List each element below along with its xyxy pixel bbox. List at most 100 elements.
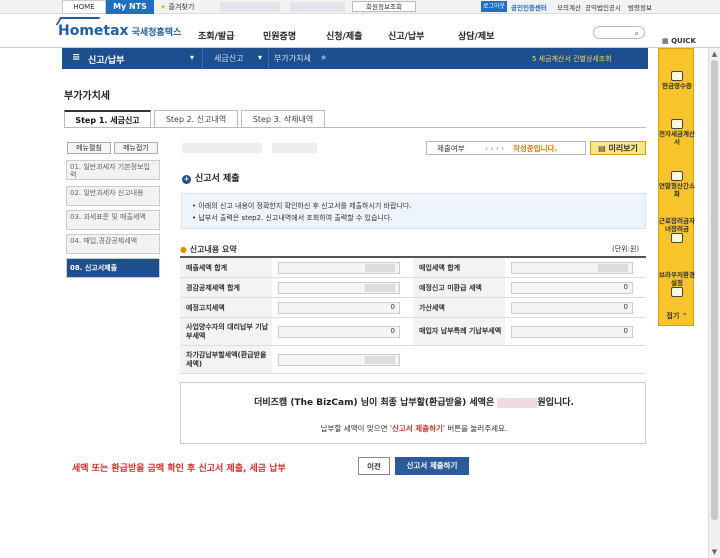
quick-incentive[interactable]: 근로장려금자녀장려금: [659, 217, 695, 244]
quick-label-4: 근로장려금자녀장려금: [659, 217, 695, 233]
side-menu-item-4[interactable]: 04. 매입,경감공제세액: [66, 234, 160, 254]
gear-icon: [671, 287, 683, 297]
scroll-up-icon[interactable]: ▲: [709, 50, 720, 58]
status-value: 작성중입니다.: [513, 144, 558, 153]
cert-center-link[interactable]: 공인인증센터: [511, 2, 547, 12]
public-disclosure-link[interactable]: 공익법인공시: [585, 2, 621, 12]
law-info-link[interactable]: 범령정보: [628, 2, 652, 12]
quick-label-5: 브라우저환경설정: [659, 271, 695, 287]
scroll-thumb[interactable]: [711, 60, 718, 520]
logout-button[interactable]: 로그아웃: [481, 1, 507, 12]
breadcrumb-tax-report[interactable]: 세금신고: [214, 53, 243, 64]
chevron-up-icon: ⌃: [681, 312, 688, 320]
quick-label: QUICK: [671, 37, 696, 45]
nav-inquiry[interactable]: 조회/발급: [198, 29, 234, 42]
summary-title: ● 신고내용 요약: [180, 244, 237, 255]
logo-text: Hometax: [58, 23, 129, 39]
row-label: 차가감납부할세액(환급받을세액): [180, 346, 272, 373]
row-label: 매입세액 합계: [413, 258, 505, 277]
prev-button[interactable]: 이전: [358, 457, 390, 475]
row-label: 가산세액: [413, 298, 505, 317]
side-menu-item-1[interactable]: 01. 일반과세자 기본정보입력: [66, 160, 160, 180]
star-icon-2[interactable]: ★: [320, 53, 327, 62]
mock-calc-link[interactable]: 모의계산: [557, 2, 581, 12]
bar-notice[interactable]: 5 세금계산서 건별상세조회: [532, 54, 612, 64]
quick-browser-settings[interactable]: 브라우저환경설정: [659, 271, 695, 298]
preview-button[interactable]: ▤ 미리보기: [590, 141, 646, 155]
purchase-tax-total: [511, 262, 633, 274]
calculator-icon: [671, 171, 683, 181]
favorites-link[interactable]: ★ 즐겨찾기: [160, 2, 194, 12]
redacted-value: [598, 264, 628, 272]
section-title: + 신고서 제출: [182, 171, 240, 184]
annotation-caption: 세액 또는 환급받을 금액 확인 후 신고서 제출, 세금 납부: [72, 464, 286, 474]
prelim-unrefunded: 0: [511, 282, 633, 294]
redacted-value: [365, 356, 395, 364]
status-label: 제출여부: [437, 144, 465, 153]
confirm-text-b: ' 버튼을 눌러주세요.: [442, 424, 508, 433]
info-box: • 아래의 신고 내용이 정확한지 확인하신 후 신고서를 제출하시기 바랍니다…: [181, 193, 646, 229]
logo-kr-text: 국세청홈택스: [131, 28, 182, 38]
right-quick-panel: 현금영수증 전자세금계산서 연말정산간소화 근로장려금자녀장려금 브라우저환경설…: [658, 48, 695, 326]
quick-menu[interactable]: ▦ QUICK: [662, 37, 696, 45]
menu-expand-button[interactable]: 메뉴펼침: [67, 142, 111, 154]
bullet-icon: ●: [180, 245, 187, 254]
quick-cash-receipt[interactable]: 현금영수증: [659, 71, 695, 90]
confirm-message: 납부할 세액이 맞으면 '신고서 제출하기' 버튼을 눌러주세요.: [181, 423, 647, 434]
breadcrumb-vat[interactable]: 부가가치세: [274, 53, 311, 64]
heart-icon: [671, 233, 683, 243]
quick-e-tax-invoice[interactable]: 전자세금계산서: [659, 119, 695, 146]
nav-report-pay[interactable]: 신고/납부: [388, 29, 424, 42]
section-title-text: 신고서 제출: [195, 174, 240, 184]
buyer-special-paid: 0: [511, 326, 633, 338]
submit-status: 제출여부 › › › › 작성중입니다.: [426, 141, 586, 155]
dropdown-arrow-icon-2[interactable]: ▾: [258, 53, 262, 62]
home-tab[interactable]: HOME: [62, 0, 106, 14]
search-icon[interactable]: ⌕: [635, 29, 639, 39]
hamburger-icon[interactable]: ≡: [72, 52, 80, 63]
row-label: [413, 346, 505, 373]
mynts-tab[interactable]: My NTS: [106, 0, 154, 14]
redacted-info-1: [182, 143, 262, 153]
preview-label: 미리보기: [608, 144, 638, 153]
fold-label: 접기: [666, 312, 680, 320]
redacted-amount: [497, 397, 538, 408]
fold-button[interactable]: 접기 ⌃: [659, 311, 695, 321]
status-arrows: › › › ›: [485, 144, 505, 153]
scroll-down-icon[interactable]: ▼: [709, 548, 720, 556]
member-info-button[interactable]: 회원정보조회: [352, 1, 416, 12]
nav-certificate[interactable]: 민원증명: [263, 29, 296, 42]
info-line-1: • 아래의 신고 내용이 정확한지 확인하신 후 신고서를 제출하시기 바랍니다…: [192, 202, 412, 210]
redacted-value: [365, 284, 395, 292]
redacted-info-2: [272, 143, 317, 153]
nav-apply[interactable]: 신청/제출: [326, 29, 362, 42]
menu-collapse-button[interactable]: 메뉴접기: [114, 142, 158, 154]
table-row: 매출세액 합계 매입세액 합계: [180, 258, 646, 278]
search-input[interactable]: ⌕: [593, 26, 645, 39]
redacted-user: [220, 2, 280, 12]
tab-step3[interactable]: Step 3. 삭제내역: [241, 110, 325, 128]
grid-icon: ▦: [662, 37, 669, 45]
side-menu-item-2[interactable]: 02. 일반과세자 신고내용: [66, 186, 160, 206]
proxy-paid-tax: 0: [278, 326, 400, 338]
row-label: 경감공제세액 합계: [180, 278, 272, 297]
quick-year-end[interactable]: 연말정산간소화: [659, 171, 695, 198]
bar-menu-label[interactable]: 신고/납부: [88, 53, 124, 66]
submit-report-button[interactable]: 신고서 제출하기: [395, 457, 469, 475]
side-menu-item-active[interactable]: 08. 신고서제출: [66, 258, 160, 278]
tab-step1[interactable]: Step 1. 세금신고: [64, 110, 151, 128]
nav-consult[interactable]: 상담/제보: [458, 29, 494, 42]
tab-step2[interactable]: Step 2. 신고내역: [154, 110, 238, 128]
hometax-logo[interactable]: Hometax 국세청홈택스: [58, 23, 181, 39]
prelim-notice-tax: 0: [278, 302, 400, 314]
row-label: 예정신고 미환급 세액: [413, 278, 505, 297]
favorites-label: 즐겨찾기: [168, 3, 195, 11]
dropdown-arrow-icon[interactable]: ▾: [190, 53, 194, 62]
table-row: 차가감납부할세액(환급받을세액): [180, 346, 646, 374]
quick-label-2: 전자세금계산서: [659, 130, 695, 146]
breadcrumb-bar: ≡ 신고/납부 ▾ 세금신고 ▾ 부가가치세 ★ 5 세금계산서 건별상세조회: [62, 48, 648, 69]
table-row: 예정고지세액 0 가산세액 0: [180, 298, 646, 318]
page-scrollbar[interactable]: ▲ ▼: [708, 48, 720, 558]
side-menu-item-3[interactable]: 03. 과세표준 및 매출세액: [66, 210, 160, 230]
row-label: 매입자 납부특례 기납부세액: [413, 318, 505, 345]
